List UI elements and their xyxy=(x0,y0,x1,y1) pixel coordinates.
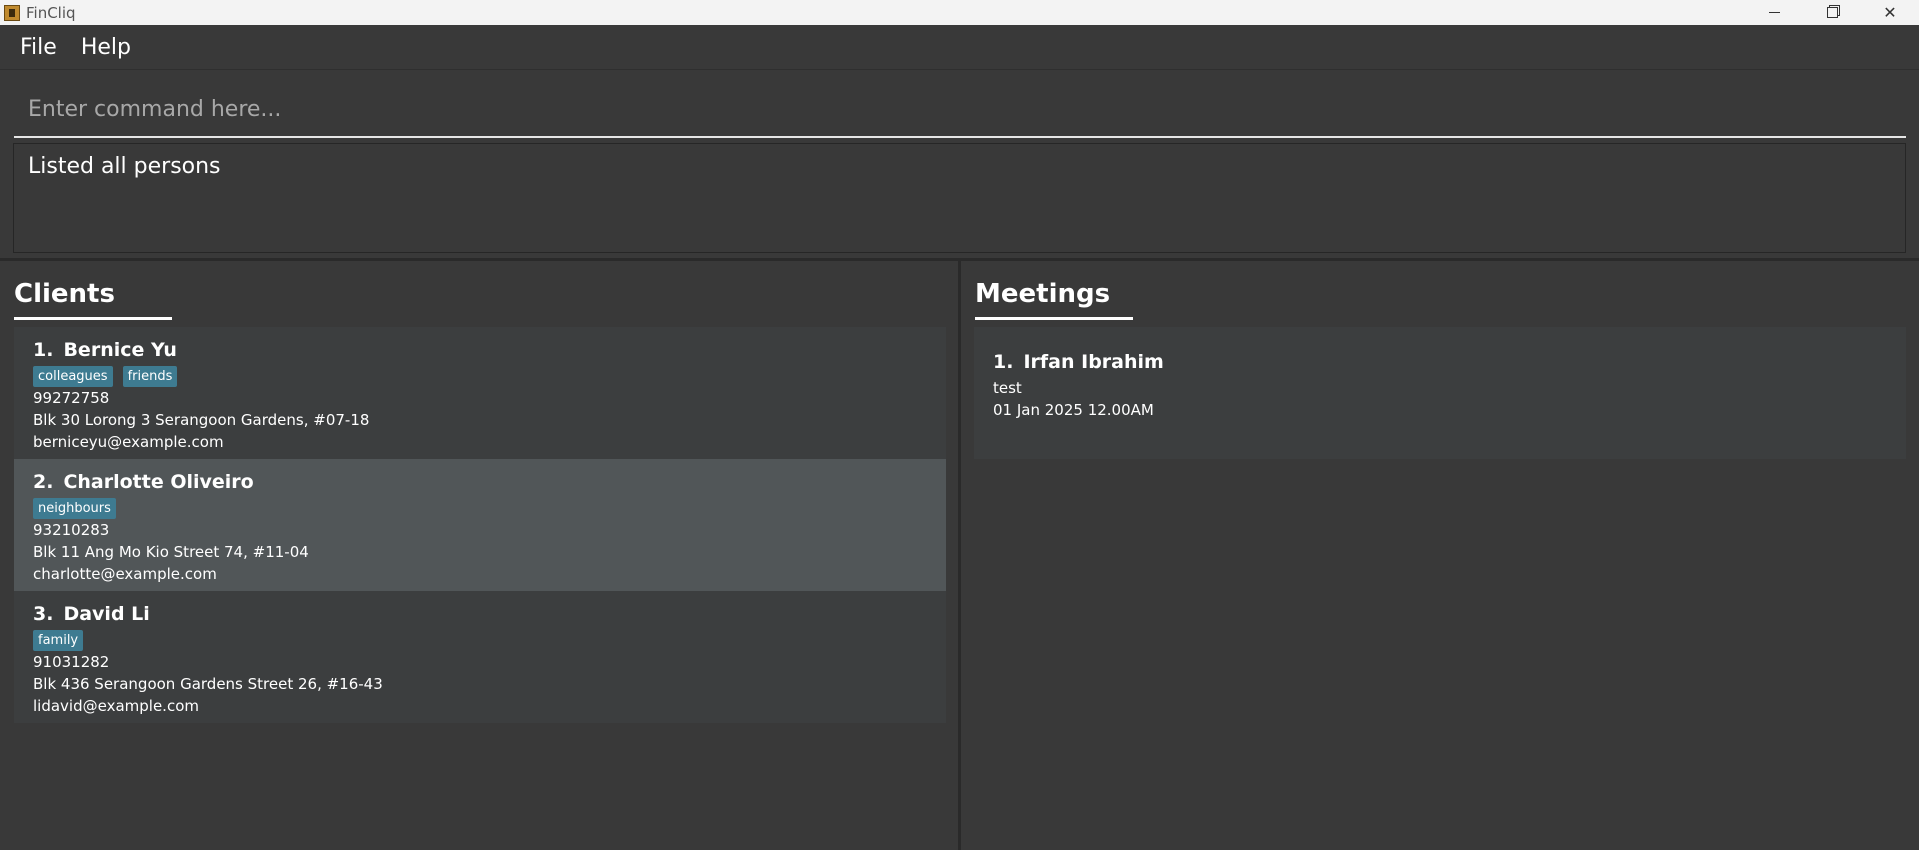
client-phone: 99272758 xyxy=(33,389,110,407)
meetings-title-underline xyxy=(975,317,1133,320)
command-box xyxy=(0,70,1919,142)
clients-title-underline xyxy=(14,317,172,320)
client-card[interactable]: 1. Bernice Yu colleagues friends 99272758… xyxy=(14,327,946,459)
title-bar: FinCliq ✕ xyxy=(0,0,1919,25)
meetings-title: Meetings xyxy=(975,279,1111,309)
client-phone: 91031282 xyxy=(33,653,110,671)
minimize-button[interactable] xyxy=(1745,0,1803,25)
client-name: David Li xyxy=(63,603,150,625)
client-name-line: 2. Charlotte Oliveiro xyxy=(33,469,927,495)
meeting-card[interactable]: 1. Irfan Ibrahim test 01 Jan 2025 12.00AM xyxy=(974,327,1906,459)
meetings-panel: Meetings 1. Irfan Ibrahim test 01 Jan 202… xyxy=(961,261,1919,850)
meeting-list[interactable]: 1. Irfan Ibrahim test 01 Jan 2025 12.00AM xyxy=(974,327,1906,459)
clients-title: Clients xyxy=(14,279,115,309)
client-index: 2. xyxy=(33,471,54,493)
app-icon xyxy=(4,4,20,21)
maximize-button[interactable] xyxy=(1803,0,1861,25)
result-text: Listed all persons xyxy=(28,154,221,179)
clients-panel: Clients 1. Bernice Yu colleagues friends … xyxy=(0,261,958,850)
meeting-client-name: Irfan Ibrahim xyxy=(1023,351,1164,373)
client-address: Blk 11 Ang Mo Kio Street 74, #11-04 xyxy=(33,543,309,561)
client-email: berniceyu@example.com xyxy=(33,433,224,451)
client-address: Blk 436 Serangoon Gardens Street 26, #16… xyxy=(33,675,383,693)
client-email: lidavid@example.com xyxy=(33,697,199,715)
window-title: FinCliq xyxy=(26,3,76,22)
tag: neighbours xyxy=(33,498,116,519)
client-name-line: 1. Bernice Yu xyxy=(33,337,927,363)
client-card[interactable]: 3. David Li family 91031282 Blk 436 Seran… xyxy=(14,591,946,723)
client-tags: family xyxy=(33,630,927,651)
window-controls: ✕ xyxy=(1745,0,1919,25)
client-list[interactable]: 1. Bernice Yu colleagues friends 99272758… xyxy=(14,327,946,723)
close-button[interactable]: ✕ xyxy=(1861,0,1919,25)
client-tags: colleagues friends xyxy=(33,366,927,387)
client-name-line: 3. David Li xyxy=(33,601,927,627)
meeting-description: test xyxy=(993,379,1022,397)
client-card-selected[interactable]: 2. Charlotte Oliveiro neighbours 93210283… xyxy=(14,459,946,591)
client-name: Bernice Yu xyxy=(63,339,177,361)
result-display: Listed all persons xyxy=(13,143,1906,253)
meeting-name-line: 1. Irfan Ibrahim xyxy=(993,349,1887,375)
client-email: charlotte@example.com xyxy=(33,565,217,583)
menu-help[interactable]: Help xyxy=(81,35,131,60)
tag: colleagues xyxy=(33,366,113,387)
client-name: Charlotte Oliveiro xyxy=(63,471,254,493)
meeting-datetime: 01 Jan 2025 12.00AM xyxy=(993,401,1154,419)
client-address: Blk 30 Lorong 3 Serangoon Gardens, #07-1… xyxy=(33,411,370,429)
command-input[interactable] xyxy=(14,82,1906,138)
client-phone: 93210283 xyxy=(33,521,110,539)
tag: family xyxy=(33,630,84,651)
client-index: 1. xyxy=(33,339,54,361)
meeting-index: 1. xyxy=(993,351,1014,373)
client-tags: neighbours xyxy=(33,498,927,519)
client-index: 3. xyxy=(33,603,54,625)
menu-bar: File Help xyxy=(0,25,1919,70)
menu-file[interactable]: File xyxy=(20,35,57,60)
tag: friends xyxy=(122,366,178,387)
